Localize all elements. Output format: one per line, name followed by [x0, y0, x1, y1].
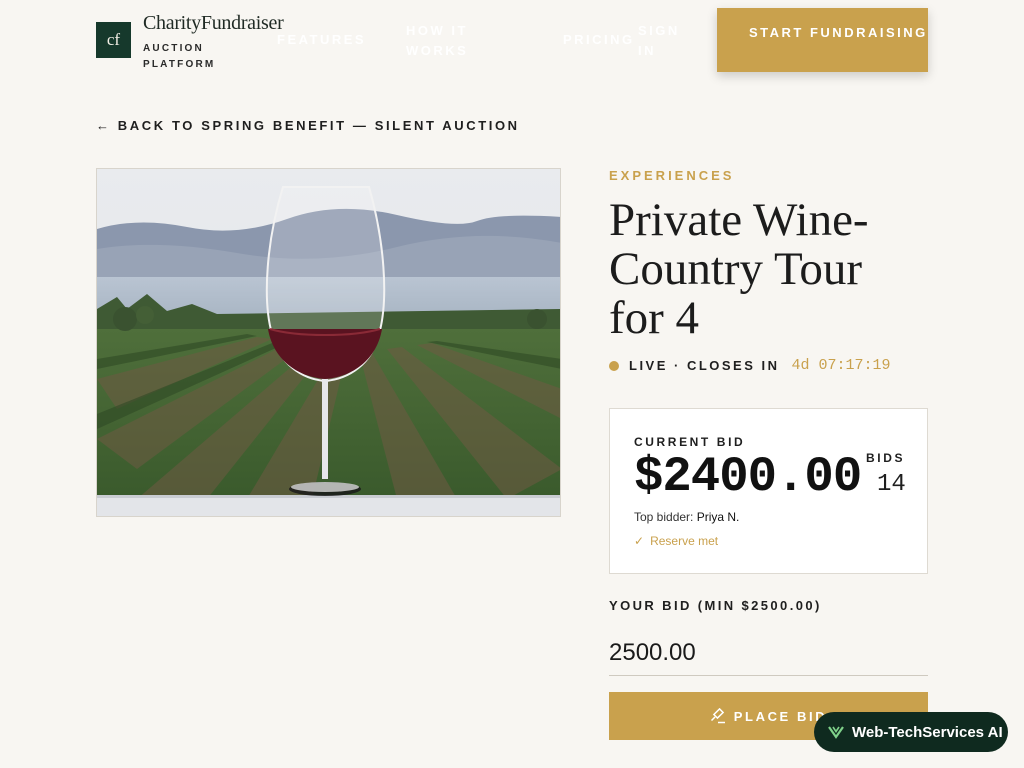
auction-status: LIVE · CLOSES IN 4d 07:17:19	[609, 357, 891, 374]
top-bidder-name: Priya N.	[696, 510, 740, 524]
current-bid-amount: $2400.00	[634, 449, 862, 505]
bid-amount-input[interactable]	[609, 630, 928, 676]
brand-name[interactable]: CharityFundraiser	[143, 12, 284, 35]
nav-how-it-works[interactable]: HOW IT WORKS	[406, 21, 496, 61]
item-title: Private Wine-Country Tour for 4	[609, 194, 869, 344]
your-bid-label: YOUR BID (MIN $2500.00)	[609, 598, 822, 613]
current-bid-label: CURRENT BID	[634, 435, 746, 449]
chevron-logo-icon	[828, 726, 844, 739]
back-to-auction-link[interactable]: ← BACK TO SPRING BENEFIT — SILENT AUCTIO…	[96, 118, 520, 133]
start-fundraising-button[interactable]: START FUNDRAISING	[717, 8, 928, 72]
web-techservices-badge[interactable]: Web-TechServices AI	[814, 712, 1008, 752]
check-icon: ✓	[634, 534, 645, 548]
bids-count: 14	[877, 471, 906, 498]
top-bidder: Top bidder: Priya N.	[634, 510, 739, 524]
item-category: EXPERIENCES	[609, 168, 735, 183]
reserve-label: Reserve met	[650, 534, 719, 548]
wine-glass-vineyard-photo	[97, 169, 560, 516]
nav-features[interactable]: FEATURES	[277, 30, 366, 50]
status-label: LIVE · CLOSES IN	[629, 358, 780, 373]
nav-sign-in[interactable]: SIGN IN	[638, 21, 698, 61]
bids-label: BIDS	[866, 451, 906, 465]
countdown-timer: 4d 07:17:19	[791, 357, 891, 374]
current-bid-card: CURRENT BID $2400.00 BIDS 14 Top bidder:…	[609, 408, 928, 574]
logo-mark[interactable]: cf	[96, 22, 131, 58]
top-bidder-label: Top bidder:	[634, 510, 694, 524]
live-indicator-icon	[609, 360, 619, 371]
badge-label: Web-TechServices AI	[852, 723, 1003, 741]
place-bid-label: PLACE BID	[733, 708, 828, 724]
reserve-status: ✓ Reserve met	[634, 534, 718, 548]
brand-subtitle: AUCTION PLATFORM	[143, 43, 216, 70]
gavel-icon	[710, 708, 725, 724]
item-photo	[96, 168, 561, 517]
nav-pricing[interactable]: PRICING	[563, 30, 635, 50]
